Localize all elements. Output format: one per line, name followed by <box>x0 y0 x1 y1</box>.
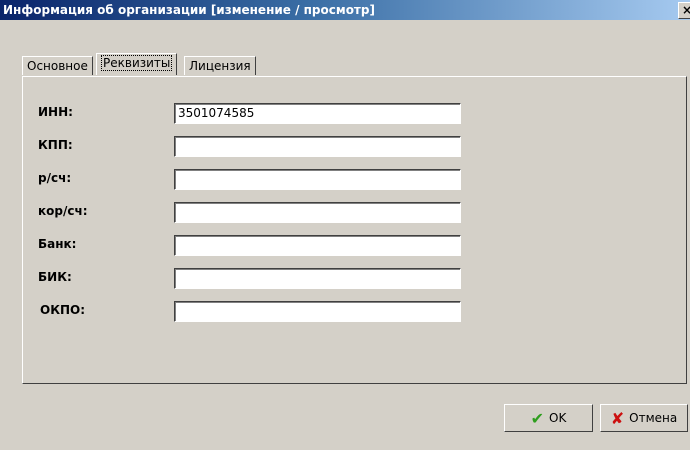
tab-osnovnoe-label: Основное <box>27 59 88 73</box>
red-x-icon: ✘ <box>610 408 625 428</box>
rsch-field[interactable] <box>174 169 461 190</box>
bik-label: БИК: <box>38 270 72 284</box>
cancel-label: Отмена <box>629 411 678 425</box>
bank-label: Банк: <box>38 237 77 251</box>
cancel-button[interactable]: ✘ Отмена <box>600 404 688 432</box>
korsch-field[interactable] <box>174 202 461 223</box>
rekvizity-panel: ИНН: 3501074585 КПП: р/сч: кор/сч: Банк:… <box>22 76 687 384</box>
inn-label: ИНН: <box>38 105 73 119</box>
window-title: Информация об организации [изменение / п… <box>3 3 375 17</box>
tab-rekvizity[interactable]: Реквизиты <box>96 53 178 75</box>
close-button[interactable]: × <box>678 2 690 19</box>
bank-field[interactable] <box>174 235 461 256</box>
kpp-field[interactable] <box>174 136 461 157</box>
rsch-label: р/сч: <box>38 171 72 185</box>
tab-licenziya-label: Лицензия <box>189 59 251 73</box>
tab-licenziya[interactable]: Лицензия <box>184 56 256 75</box>
okpo-label: ОКПО: <box>40 303 86 317</box>
inn-field[interactable]: 3501074585 <box>174 103 461 124</box>
ok-button[interactable]: ✔ OK <box>504 404 593 432</box>
bik-field[interactable] <box>174 268 461 289</box>
checkmark-icon: ✔ <box>530 408 545 428</box>
title-bar: Информация об организации [изменение / п… <box>0 0 690 20</box>
korsch-label: кор/сч: <box>38 204 88 218</box>
kpp-label: КПП: <box>38 138 73 152</box>
tab-osnovnoe[interactable]: Основное <box>22 56 93 75</box>
okpo-field[interactable] <box>174 301 461 322</box>
ok-label: OK <box>549 411 567 425</box>
tab-rekvizity-label: Реквизиты <box>101 55 173 71</box>
